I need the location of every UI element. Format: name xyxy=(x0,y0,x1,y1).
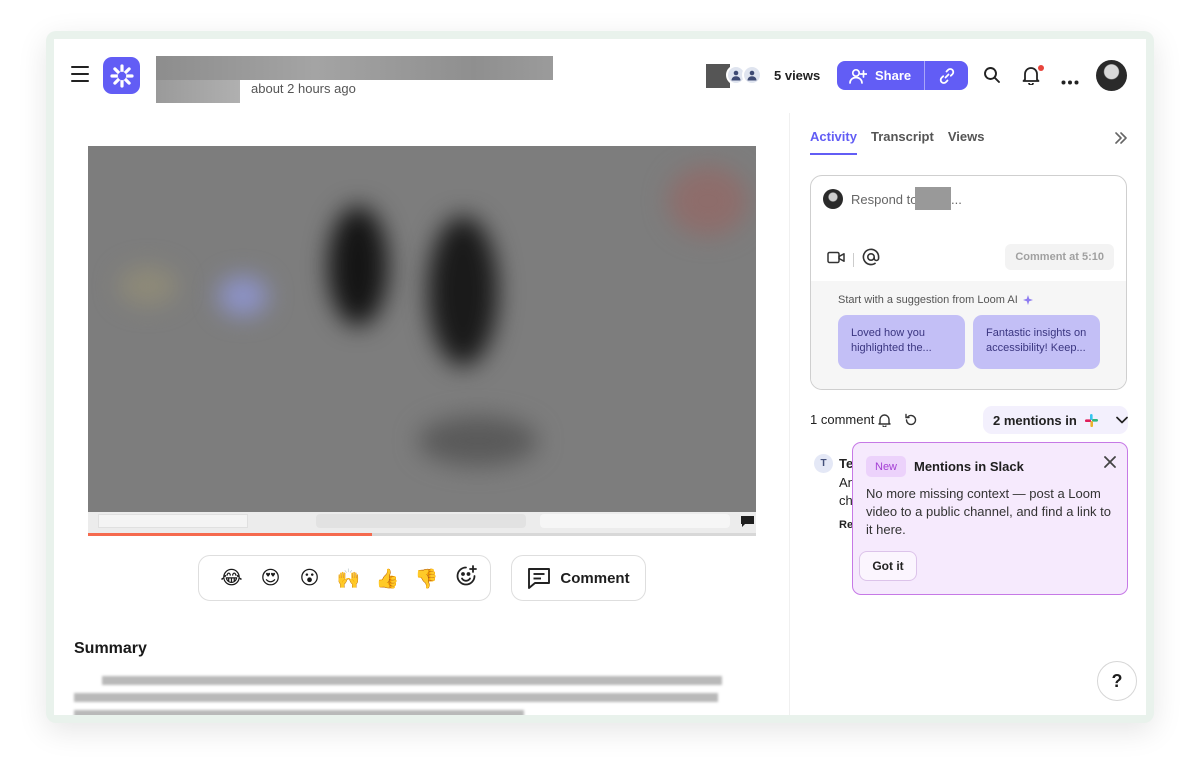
share-label: Share xyxy=(875,68,912,83)
captions-icon[interactable] xyxy=(740,515,755,528)
add-reaction-icon[interactable] xyxy=(446,564,485,593)
refresh-icon[interactable] xyxy=(904,413,918,432)
video-blur-blob xyxy=(328,206,388,326)
share-button[interactable]: Share xyxy=(837,61,925,90)
double-chevron-right-icon[interactable] xyxy=(1114,131,1128,149)
slack-mentions-button[interactable]: 2 mentions in xyxy=(983,406,1128,434)
help-button[interactable]: ? xyxy=(1097,661,1137,701)
user-avatar[interactable] xyxy=(1096,60,1127,91)
slack-icon xyxy=(1084,413,1098,427)
controls-blur xyxy=(316,514,526,528)
views-count[interactable]: 5 views xyxy=(774,68,820,83)
controls-blur xyxy=(540,514,730,528)
loom-logo[interactable] xyxy=(103,57,140,94)
link-icon xyxy=(939,67,954,84)
add-user-icon xyxy=(849,68,867,84)
activity-panel: Activity Transcript Views Respond to ...… xyxy=(789,113,1146,715)
chevron-down-icon xyxy=(1115,416,1128,424)
ai-suggestion-card[interactable]: Loved how you highlighted the... xyxy=(838,315,965,369)
comment-button-label: Comment xyxy=(560,569,630,587)
popover-body: No more missing context — post a Loom vi… xyxy=(866,486,1112,537)
more-icon[interactable] xyxy=(1061,72,1079,90)
comment-composer[interactable]: Respond to ... Comment at 5:10 Start wit… xyxy=(810,175,1127,390)
user-icon xyxy=(742,65,762,85)
author-name-redacted xyxy=(156,80,240,103)
respond-ellipsis: ... xyxy=(951,192,962,207)
video-blur-blob xyxy=(428,216,498,366)
close-icon[interactable] xyxy=(1103,455,1117,474)
divider xyxy=(853,252,854,267)
mentions-label: 2 mentions in xyxy=(993,412,1077,428)
comment-count: 1 comment xyxy=(810,412,875,427)
top-header: about 2 hours ago 5 views Share xyxy=(54,39,1146,113)
reaction-heart-eyes[interactable]: 😍 xyxy=(251,567,290,589)
notification-dot xyxy=(1038,65,1044,71)
at-icon[interactable] xyxy=(862,248,880,271)
reaction-thumbs-up[interactable]: 👍 xyxy=(368,567,407,590)
respond-prompt: Respond to xyxy=(851,192,918,207)
ai-suggestion-card[interactable]: Fantastic insights on accessibility! Kee… xyxy=(973,315,1100,369)
controls-blur xyxy=(98,514,248,528)
video-blur-blob xyxy=(668,166,748,236)
reaction-raised-hands[interactable]: 🙌 xyxy=(329,567,368,590)
bell-icon[interactable] xyxy=(878,413,891,432)
tab-transcript[interactable]: Transcript xyxy=(871,129,934,155)
reaction-surprised[interactable]: 😮 xyxy=(290,567,329,589)
commenter-avatar: T xyxy=(814,454,833,473)
avatar xyxy=(823,189,843,209)
comment-at-timestamp-button[interactable]: Comment at 5:10 xyxy=(1005,244,1114,270)
viewer-avatars[interactable] xyxy=(726,65,762,85)
reaction-thumbs-down[interactable]: 👎 xyxy=(407,567,446,590)
copy-link-button[interactable] xyxy=(924,61,969,90)
comment-icon xyxy=(528,568,551,589)
ai-suggestion-label: Start with a suggestion from Loom AI xyxy=(838,294,1033,306)
video-controls-strip[interactable] xyxy=(88,512,756,535)
video-title-redacted xyxy=(156,56,553,80)
reaction-bar: 😂 😍 😮 🙌 👍 👎 xyxy=(198,555,491,601)
comment-text: ch xyxy=(839,493,853,508)
sparkle-icon xyxy=(1022,295,1033,305)
slack-mentions-popover: New Mentions in Slack No more missing co… xyxy=(852,442,1128,595)
upload-time: about 2 hours ago xyxy=(251,81,356,96)
tab-views[interactable]: Views xyxy=(948,129,985,155)
summary-text-redacted xyxy=(74,693,718,702)
app-window: about 2 hours ago 5 views Share 😂 😍 😮 🙌 … xyxy=(54,39,1146,715)
tab-activity[interactable]: Activity xyxy=(810,129,857,155)
new-badge: New xyxy=(866,456,907,477)
comment-button[interactable]: Comment xyxy=(511,555,646,601)
search-icon[interactable] xyxy=(983,66,1001,89)
got-it-button[interactable]: Got it xyxy=(859,551,917,581)
video-blur-blob xyxy=(218,276,268,316)
hamburger-icon[interactable] xyxy=(71,66,89,82)
reaction-laugh[interactable]: 😂 xyxy=(212,567,251,589)
summary-heading: Summary xyxy=(74,640,147,657)
panel-tabs: Activity Transcript Views xyxy=(810,129,984,155)
ai-label-text: Start with a suggestion from Loom AI xyxy=(838,294,1018,306)
video-progress-fill xyxy=(88,533,372,536)
reply-link[interactable]: Re xyxy=(839,519,853,531)
summary-text-redacted xyxy=(74,710,524,715)
video-blur-blob xyxy=(118,266,178,306)
summary-text-redacted xyxy=(102,676,722,685)
main-content: 😂 😍 😮 🙌 👍 👎 Comment Summary xyxy=(54,113,789,715)
ai-suggestions: Start with a suggestion from Loom AI Lov… xyxy=(811,281,1126,389)
video-blur-blob xyxy=(418,416,538,466)
composer-tools xyxy=(827,248,880,271)
popover-title: Mentions in Slack xyxy=(914,459,1024,474)
video-player[interactable] xyxy=(88,146,756,512)
share-group: Share xyxy=(837,61,969,90)
recipient-redacted xyxy=(915,187,951,210)
video-camera-icon[interactable] xyxy=(827,251,845,269)
